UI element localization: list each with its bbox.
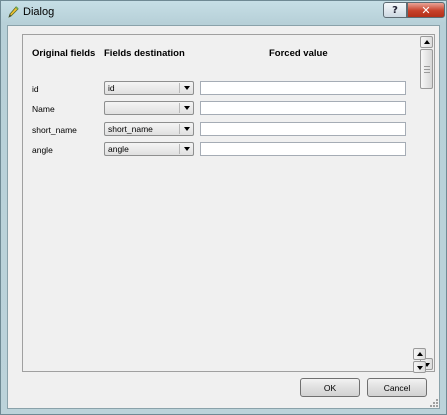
fields-scroll-area[interactable]: Original fields Fields destination Force… (22, 34, 435, 372)
arrow-down-icon (417, 366, 423, 370)
forced-value-input[interactable] (200, 101, 406, 115)
grip-line (424, 69, 430, 70)
outer-scroll-up-button[interactable] (413, 348, 426, 360)
close-button[interactable]: ✕ (407, 2, 445, 18)
original-field-label: short_name (32, 125, 77, 135)
help-icon: ? (392, 4, 398, 16)
header-original-fields: Original fields (32, 48, 96, 59)
scroll-up-button[interactable] (420, 36, 433, 48)
pencil-icon (8, 6, 19, 18)
combo-separator (179, 83, 180, 93)
vertical-scrollbar[interactable] (420, 36, 433, 370)
destination-combo[interactable]: short_name (104, 122, 194, 136)
arrow-up-icon (424, 40, 430, 44)
help-button[interactable]: ? (383, 2, 407, 18)
destination-value: short_name (108, 124, 153, 134)
grip-line (424, 66, 430, 67)
original-field-label: Name (32, 104, 55, 114)
dialog-client-area: Original fields Fields destination Force… (7, 25, 440, 409)
original-field-label: angle (32, 145, 53, 155)
chevron-down-icon (184, 127, 190, 131)
destination-value: id (108, 83, 115, 93)
outer-scroll-down-button[interactable] (413, 361, 426, 373)
close-icon: ✕ (421, 3, 431, 17)
destination-combo[interactable]: id (104, 81, 194, 95)
scroll-thumb[interactable] (420, 49, 433, 89)
window-title: Dialog (23, 6, 55, 18)
combo-separator (179, 144, 180, 154)
cancel-button[interactable]: Cancel (367, 378, 427, 397)
chevron-down-icon (184, 86, 190, 90)
resize-grip-icon[interactable] (429, 398, 439, 408)
title-bar[interactable]: Dialog ? ✕ (1, 1, 446, 25)
header-forced-value: Forced value (269, 48, 328, 59)
original-field-label: id (32, 84, 39, 94)
combo-separator (179, 124, 180, 134)
combo-separator (179, 103, 180, 113)
forced-value-input[interactable] (200, 81, 406, 95)
outer-scroll-buttons[interactable] (413, 348, 426, 374)
grip-line (424, 72, 430, 73)
header-fields-destination: Fields destination (104, 48, 185, 59)
destination-combo[interactable] (104, 101, 194, 115)
destination-combo[interactable]: angle (104, 142, 194, 156)
dialog-window: Dialog ? ✕ Original fields Fields destin… (0, 0, 447, 415)
chevron-down-icon (184, 106, 190, 110)
forced-value-input[interactable] (200, 142, 406, 156)
arrow-up-icon (417, 352, 423, 356)
chevron-down-icon (184, 147, 190, 151)
forced-value-input[interactable] (200, 122, 406, 136)
ok-button[interactable]: OK (300, 378, 360, 397)
destination-value: angle (108, 144, 129, 154)
